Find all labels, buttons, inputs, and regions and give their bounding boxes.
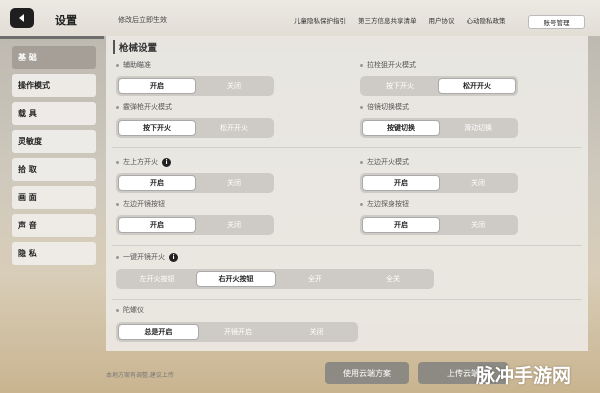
- option-release-fire[interactable]: 松开开火: [438, 78, 516, 94]
- sidebar-item-operation-mode[interactable]: 操作模式: [12, 74, 96, 97]
- left-scope-button-toggle: 开启 关闭: [116, 215, 274, 235]
- sidebar-item-sound[interactable]: 声 音: [12, 214, 96, 237]
- page-title: 设置: [55, 14, 77, 27]
- left-fire-mode-toggle: 开启 关闭: [360, 173, 518, 193]
- scope-switch-mode-toggle: 按键切换 滑动切换: [360, 118, 518, 138]
- bullet-dot: [116, 202, 119, 206]
- sidebar-item-privacy[interactable]: 隐 私: [12, 242, 96, 265]
- back-button[interactable]: [10, 8, 34, 28]
- one-key-scope-fire-selector: 左开火按钮 右开火按钮 全开 全关: [116, 269, 434, 289]
- section-title: 枪械设置: [113, 40, 157, 54]
- option-on[interactable]: 开启: [118, 217, 196, 233]
- link-third-party-list[interactable]: 第三方信息共享清单: [358, 15, 417, 25]
- link-child-privacy[interactable]: 儿童隐私保护指引: [294, 15, 346, 25]
- sidebar-item-vehicle[interactable]: 载 具: [12, 102, 96, 125]
- option-right-fire-button[interactable]: 右开火按钮: [196, 271, 276, 287]
- footer-note: 本地方案有调整,建议上传: [106, 372, 174, 379]
- site-watermark: 脉冲手游网: [476, 365, 572, 387]
- sidebar-item-sensitivity[interactable]: 灵敏度: [12, 130, 96, 153]
- option-left-fire-button[interactable]: 左开火按钮: [118, 271, 196, 287]
- link-privacy-policy[interactable]: 心动隐私政策: [467, 15, 506, 25]
- info-icon[interactable]: i: [169, 252, 178, 262]
- bullet-dot: [360, 105, 363, 109]
- sidebar-item-pickup[interactable]: 拾 取: [12, 158, 96, 181]
- option-all-off[interactable]: 全关: [354, 271, 432, 287]
- option-off[interactable]: 关闭: [440, 217, 516, 233]
- setting-label: 辅助瞄准: [116, 60, 151, 70]
- sidebar-item-basic[interactable]: 基 础: [12, 46, 96, 69]
- apply-hint: 修改后立即生效: [118, 16, 167, 24]
- sidebar-item-graphics[interactable]: 画 面: [12, 186, 96, 209]
- setting-label: 陀螺仪: [116, 305, 144, 315]
- setting-label: 倍镜切换模式: [360, 102, 409, 112]
- gyroscope-selector: 总是开启 开镜开启 关闭: [116, 322, 358, 342]
- back-arrow-icon: [19, 14, 24, 22]
- link-user-agreement[interactable]: 用户协议: [429, 15, 455, 25]
- option-on[interactable]: 开启: [118, 78, 196, 94]
- bolt-fire-mode-toggle: 按下开火 松开开火: [360, 76, 518, 96]
- setting-label: 霰弹枪开火模式: [116, 102, 172, 112]
- option-slide-switch[interactable]: 滑动切换: [440, 120, 516, 136]
- setting-label: 左边探身按钮: [360, 199, 409, 209]
- title-underline: [0, 36, 104, 39]
- bullet-dot: [116, 105, 119, 109]
- divider: [112, 147, 582, 148]
- option-scope-on[interactable]: 开镜开启: [199, 324, 278, 340]
- option-off[interactable]: 关闭: [277, 324, 356, 340]
- shotgun-fire-mode-toggle: 按下开火 松开开火: [116, 118, 274, 138]
- option-off[interactable]: 关闭: [196, 78, 272, 94]
- option-press-fire[interactable]: 按下开火: [118, 120, 196, 136]
- setting-label: 拉栓狙开火模式: [360, 60, 416, 70]
- bullet-dot: [360, 63, 363, 67]
- info-icon[interactable]: i: [162, 157, 171, 167]
- option-always-on[interactable]: 总是开启: [118, 324, 199, 340]
- divider: [112, 245, 582, 246]
- setting-label: 左边开火模式: [360, 157, 409, 167]
- option-key-switch[interactable]: 按键切换: [362, 120, 440, 136]
- aim-assist-toggle: 开启 关闭: [116, 76, 274, 96]
- left-peek-button-toggle: 开启 关闭: [360, 215, 518, 235]
- bullet-dot: [360, 202, 363, 206]
- divider: [112, 299, 582, 300]
- account-manage-button[interactable]: 账号管理: [528, 15, 585, 29]
- bullet-dot: [116, 255, 119, 259]
- option-off[interactable]: 关闭: [440, 175, 516, 191]
- option-on[interactable]: 开启: [362, 217, 440, 233]
- bullet-dot: [116, 160, 119, 164]
- setting-label: 左边开镜按钮: [116, 199, 165, 209]
- setting-label: 左上方开火 i: [116, 157, 171, 167]
- option-press-fire[interactable]: 按下开火: [362, 78, 438, 94]
- use-cloud-scheme-button[interactable]: 使用云端方案: [325, 362, 409, 384]
- bullet-dot: [360, 160, 363, 164]
- setting-label: 一键开镜开火 i: [116, 252, 178, 262]
- upper-left-fire-toggle: 开启 关闭: [116, 173, 274, 193]
- bullet-dot: [116, 63, 119, 67]
- option-release-fire[interactable]: 松开开火: [196, 120, 272, 136]
- sidebar: 基 础 操作模式 载 具 灵敏度 拾 取 画 面 声 音 隐 私: [12, 46, 96, 270]
- top-links: 儿童隐私保护指引 第三方信息共享清单 用户协议 心动隐私政策: [294, 15, 506, 25]
- option-off[interactable]: 关闭: [196, 175, 272, 191]
- option-off[interactable]: 关闭: [196, 217, 272, 233]
- option-all-on[interactable]: 全开: [276, 271, 354, 287]
- option-on[interactable]: 开启: [118, 175, 196, 191]
- bullet-dot: [116, 308, 119, 312]
- option-on[interactable]: 开启: [362, 175, 440, 191]
